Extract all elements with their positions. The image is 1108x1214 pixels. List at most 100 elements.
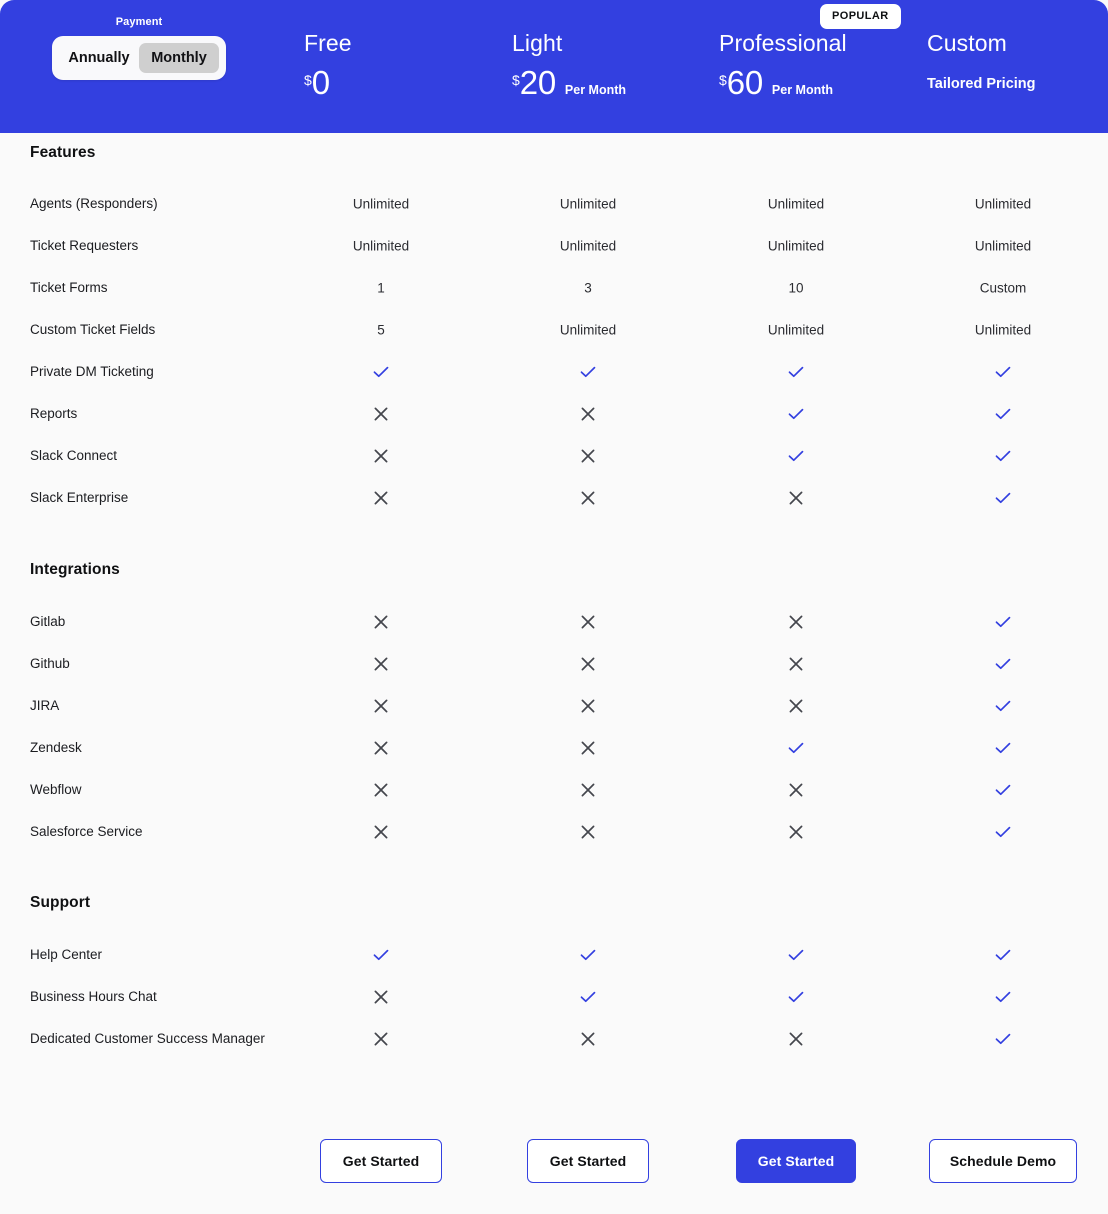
table-row: Private DM Ticketing: [0, 351, 1108, 393]
table-row: Gitlab: [0, 601, 1108, 643]
check-icon: [993, 654, 1013, 674]
feature-value: 5: [377, 322, 385, 338]
pricing-comparison-page: Payment Annually Monthly Free $0 Light $20 P…: [0, 0, 1108, 1214]
table-row: Agents (Responders) Unlimited Unlimited Unl…: [0, 183, 1108, 225]
billing-period-toggle[interactable]: Annually Monthly: [52, 36, 226, 80]
check-icon: [993, 822, 1013, 842]
feature-value: Unlimited: [974, 322, 1032, 338]
cross-icon: [578, 738, 598, 758]
table-row: Dedicated Customer Success Manager: [0, 1018, 1108, 1060]
plan-price: $20 Per Month: [512, 66, 626, 99]
table-row: Salesforce Service: [0, 811, 1108, 853]
feature-value: 1: [377, 280, 385, 296]
feature-label: Help Center: [30, 946, 103, 962]
feature-value: Unlimited: [974, 238, 1032, 254]
feature-label: Slack Connect: [30, 447, 118, 463]
feature-label: Ticket Forms: [30, 279, 108, 295]
cross-icon: [786, 654, 806, 674]
cross-icon: [578, 404, 598, 424]
section-title-features: Features: [30, 144, 96, 161]
cross-icon: [578, 654, 598, 674]
cross-icon: [371, 654, 391, 674]
cross-icon: [578, 446, 598, 466]
feature-label: JIRA: [30, 697, 60, 713]
cross-icon: [578, 488, 598, 508]
feature-value: 10: [788, 280, 804, 296]
table-row: Ticket Requesters Unlimited Unlimited Unlim…: [0, 225, 1108, 267]
feature-value: Unlimited: [559, 196, 617, 212]
currency-symbol: $: [512, 72, 520, 88]
table-row: Slack Connect: [0, 435, 1108, 477]
cta-button-3[interactable]: Schedule Demo: [929, 1139, 1077, 1183]
cross-icon: [578, 1029, 598, 1049]
feature-value: Unlimited: [767, 238, 825, 254]
price-amount: 20: [519, 64, 556, 101]
section-title-integrations: Integrations: [30, 561, 120, 578]
cross-icon: [371, 488, 391, 508]
price-amount: 0: [311, 64, 330, 101]
cta-button-1[interactable]: Get Started: [527, 1139, 649, 1183]
plan-name: Light: [512, 30, 563, 56]
feature-value: Custom: [979, 280, 1027, 296]
feature-value: Unlimited: [767, 322, 825, 338]
check-icon: [371, 362, 391, 382]
check-icon: [993, 780, 1013, 800]
feature-label: Ticket Requesters: [30, 237, 139, 253]
feature-value: Unlimited: [767, 196, 825, 212]
cross-icon: [371, 822, 391, 842]
check-icon: [993, 1029, 1013, 1049]
price-amount: 60: [726, 64, 763, 101]
cross-icon: [371, 987, 391, 1007]
feature-value: Unlimited: [352, 196, 410, 212]
table-row: Business Hours Chat: [0, 976, 1108, 1018]
feature-label: Github: [30, 655, 70, 671]
table-row: Ticket Forms 1 3 10 Custom: [0, 267, 1108, 309]
cross-icon: [371, 612, 391, 632]
table-row: JIRA: [0, 685, 1108, 727]
check-icon: [993, 987, 1013, 1007]
toggle-option-monthly[interactable]: Monthly: [139, 43, 219, 73]
cross-icon: [578, 822, 598, 842]
cross-icon: [578, 780, 598, 800]
pricing-header: Payment Annually Monthly Free $0 Light $20 P…: [0, 0, 1108, 133]
check-icon: [993, 738, 1013, 758]
check-icon: [578, 987, 598, 1007]
feature-value: Unlimited: [974, 196, 1032, 212]
plan-note: Tailored Pricing: [927, 76, 1036, 92]
feature-value: Unlimited: [559, 238, 617, 254]
cta-button-2[interactable]: Get Started: [736, 1139, 856, 1183]
feature-label: Gitlab: [30, 613, 66, 629]
feature-label: Reports: [30, 405, 78, 421]
cross-icon: [371, 738, 391, 758]
currency-symbol: $: [719, 72, 727, 88]
cross-icon: [371, 404, 391, 424]
check-icon: [786, 987, 806, 1007]
feature-label: Dedicated Customer Success Manager: [30, 1030, 265, 1046]
cross-icon: [786, 488, 806, 508]
table-row: Zendesk: [0, 727, 1108, 769]
check-icon: [786, 404, 806, 424]
feature-value: Unlimited: [352, 238, 410, 254]
check-icon: [371, 945, 391, 965]
plan-name: Custom: [927, 30, 1007, 56]
plan-price: $60 Per Month: [719, 66, 833, 99]
plan-name: Professional: [719, 30, 847, 56]
cross-icon: [786, 822, 806, 842]
price-period: Per Month: [771, 83, 834, 97]
popular-badge: POPULAR: [820, 4, 901, 29]
price-period: Per Month: [564, 83, 627, 97]
check-icon: [786, 738, 806, 758]
check-icon: [578, 945, 598, 965]
cross-icon: [578, 612, 598, 632]
cross-icon: [371, 446, 391, 466]
feature-label: Webflow: [30, 781, 82, 797]
toggle-option-annually[interactable]: Annually: [59, 43, 139, 73]
cta-button-0[interactable]: Get Started: [320, 1139, 442, 1183]
plan-name: Free: [304, 30, 352, 56]
check-icon: [993, 612, 1013, 632]
table-row: Custom Ticket Fields 5 Unlimited Unlimited U…: [0, 309, 1108, 351]
cross-icon: [578, 696, 598, 716]
feature-label: Salesforce Service: [30, 823, 143, 839]
feature-value: 3: [584, 280, 592, 296]
check-icon: [993, 446, 1013, 466]
